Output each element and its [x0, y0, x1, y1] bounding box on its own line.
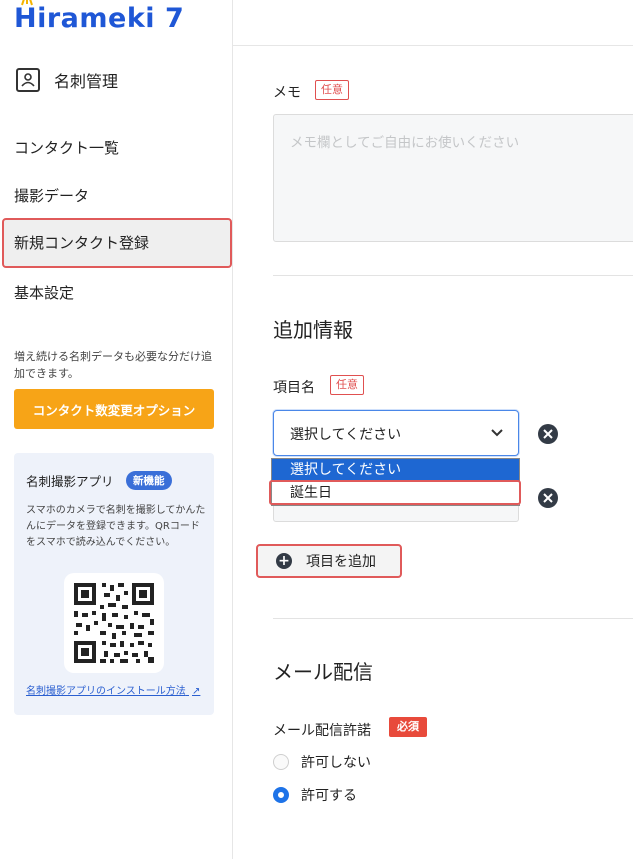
logo-spark-icon [21, 0, 33, 6]
memo-label: メモ [273, 85, 301, 101]
add-item-button[interactable]: + 項目を追加 [256, 544, 402, 578]
app-install-link-text: 名刺撮影アプリのインストール方法 [26, 686, 186, 697]
section-title: 名刺管理 [54, 72, 119, 91]
external-link-icon: ↗ [192, 686, 201, 697]
sidebar-item-captured-data[interactable]: 撮影データ [14, 185, 89, 207]
divider [273, 275, 633, 276]
mail-heading: メール配信 [273, 660, 373, 684]
app-install-link[interactable]: 名刺撮影アプリのインストール方法 ↗ [26, 682, 200, 697]
plus-icon: + [276, 553, 292, 569]
qr-code [64, 573, 164, 673]
item-select[interactable]: 選択してください [273, 410, 519, 456]
item-name-label: 項目名 [273, 380, 315, 396]
dropdown-option-placeholder[interactable]: 選択してください [272, 459, 519, 481]
divider-2 [273, 618, 633, 619]
memo-placeholder: メモ欄としてご自由にお使いください [290, 135, 520, 151]
birthday-option-highlight [269, 480, 521, 505]
item-select-value: 選択してください [290, 427, 402, 443]
new-feature-badge: 新機能 [126, 471, 172, 490]
memo-optional-badge: 任意 [315, 80, 349, 100]
app-card-title: 名刺撮影アプリ [26, 474, 114, 489]
app-promo-card: 名刺撮影アプリ 新機能 スマホのカメラで名刺を撮影してかんたんにデータを登録でき… [14, 453, 214, 715]
remove-item-icon-2[interactable] [538, 488, 558, 508]
contact-option-button[interactable]: コンタクト数変更オプション [14, 389, 214, 429]
top-divider [233, 45, 633, 46]
section-header: 名刺管理 [16, 68, 118, 92]
brand-logo-text: Hirameki 7 [14, 3, 185, 34]
brand-logo[interactable]: Hirameki 7 [14, 0, 185, 36]
radio-deny-label: 許可しない [301, 755, 371, 771]
radio-deny[interactable]: 許可しない [273, 752, 371, 772]
sidebar-item-contacts[interactable]: コンタクト一覧 [14, 137, 119, 159]
sidebar-item-new-contact[interactable]: 新規コンタクト登録 [14, 232, 149, 254]
remove-item-icon[interactable] [538, 424, 558, 444]
item-optional-badge: 任意 [330, 375, 364, 395]
main-content: メモ 任意 メモ欄としてご自由にお使いください 追加情報 項目名 任意 選択して… [233, 0, 633, 859]
memo-textarea[interactable]: メモ欄としてご自由にお使いください [273, 114, 633, 242]
required-badge: 必須 [389, 717, 427, 737]
radio-deny-control[interactable] [273, 754, 289, 770]
chevron-down-icon [491, 429, 503, 437]
app-card-description: スマホのカメラで名刺を撮影してかんたんにデータを登録できます。QRコードをスマホ… [26, 505, 206, 548]
mail-permission-label: メール配信許諾 [273, 723, 371, 739]
additional-info-heading: 追加情報 [273, 318, 353, 342]
sidebar: Hirameki 7 名刺管理 コンタクト一覧 撮影データ 新規コンタクト登録 … [0, 0, 233, 859]
sidebar-note: 増え続ける名刺データも必要な分だけ追加できます。 [14, 350, 212, 380]
radio-allow-label: 許可する [301, 788, 357, 804]
add-item-label: 項目を追加 [306, 554, 376, 570]
radio-allow-control[interactable] [273, 787, 289, 803]
sidebar-item-basic-settings[interactable]: 基本設定 [14, 282, 74, 304]
qr-code-icon [74, 583, 154, 663]
business-card-icon [16, 68, 40, 92]
radio-allow[interactable]: 許可する [273, 785, 357, 805]
